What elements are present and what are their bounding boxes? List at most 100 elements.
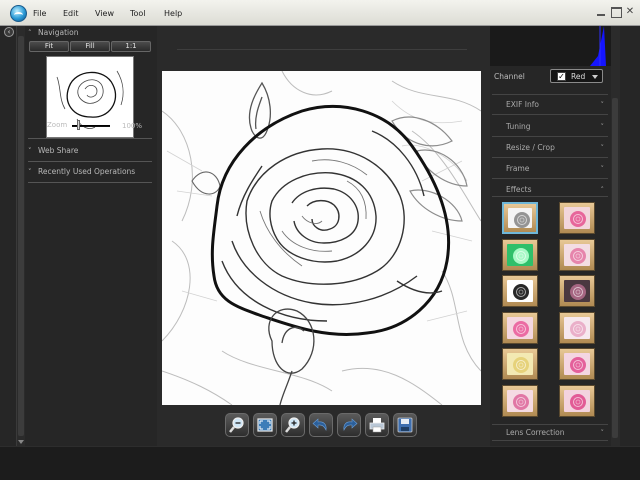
chevron-down-icon	[592, 75, 598, 79]
divider	[492, 157, 608, 158]
undo-button[interactable]	[309, 413, 333, 437]
effect-thumbnail-sketch[interactable]	[502, 202, 538, 234]
divider	[492, 94, 608, 95]
right-scroll-thumb[interactable]	[612, 98, 618, 438]
close-icon[interactable]: ✕	[624, 6, 636, 18]
divider	[28, 161, 152, 162]
effect-preview-image	[564, 243, 590, 266]
divider	[492, 424, 608, 425]
app-logo-icon[interactable]	[10, 5, 27, 22]
menu-help[interactable]: Help	[164, 0, 182, 26]
one-to-one-button[interactable]: 1:1	[111, 41, 151, 52]
effect-thumbnail-magenta[interactable]	[559, 348, 595, 380]
web-share-header[interactable]: ˅ Web Share	[28, 144, 78, 158]
left-scroll-thumb[interactable]	[18, 36, 24, 436]
recently-used-header[interactable]: ˅ Recently Used Operations	[28, 165, 135, 179]
effect-preview-image	[507, 243, 533, 266]
effect-preview-image	[507, 353, 533, 375]
lens-correction-label: Lens Correction	[506, 428, 565, 437]
scroll-down-icon[interactable]	[18, 440, 24, 444]
effect-thumbnail-pale-pink[interactable]	[559, 311, 595, 344]
navigation-title: Navigation	[38, 28, 79, 37]
web-share-label: Web Share	[38, 146, 79, 155]
canvas-ruler	[177, 49, 467, 50]
effect-preview-image	[564, 280, 590, 302]
undo-icon	[312, 418, 327, 431]
zoom-out-button[interactable]	[225, 413, 249, 437]
effect-thumbnail-green[interactable]	[502, 238, 538, 271]
left-scrollbar[interactable]	[16, 26, 25, 446]
chevron-up-icon: ˄	[28, 29, 32, 37]
zoom-label: Zoom	[47, 121, 68, 129]
print-icon	[369, 418, 385, 433]
chevron-down-icon: ˅	[600, 144, 605, 152]
effect-preview-image	[564, 316, 590, 339]
minimize-icon[interactable]	[595, 6, 607, 18]
effects-label: Effects	[506, 185, 532, 194]
effect-preview-image	[564, 353, 590, 375]
zoom-slider-handle[interactable]	[77, 120, 80, 130]
menu-tool[interactable]: Tool	[130, 0, 146, 26]
divider	[28, 182, 152, 183]
print-button[interactable]	[365, 413, 389, 437]
effect-preview-image	[564, 207, 590, 229]
divider	[492, 114, 608, 115]
histogram-graph	[490, 26, 612, 66]
save-icon	[397, 417, 413, 433]
chevron-down-icon: ˅	[28, 168, 32, 176]
fit-screen-icon	[257, 418, 273, 432]
maximize-icon[interactable]	[610, 6, 622, 18]
chevron-down-icon: ˅	[28, 147, 32, 155]
frame-header[interactable]: Frame ˅	[492, 162, 608, 176]
divider	[492, 196, 608, 197]
histogram	[490, 26, 612, 66]
channel-checkbox[interactable]: ✓	[557, 72, 566, 81]
lens-correction-header[interactable]: Lens Correction ˅	[492, 426, 608, 440]
effect-preview-image	[564, 389, 590, 412]
exif-info-label: EXIF Info	[506, 100, 539, 109]
tuning-header[interactable]: Tuning ˅	[492, 120, 608, 134]
main-image[interactable]	[162, 71, 481, 405]
divider	[28, 138, 152, 139]
effect-preview-image	[507, 316, 533, 339]
chevron-down-icon: ˅	[600, 101, 605, 109]
fit-button[interactable]: Fit	[29, 41, 69, 52]
resize-crop-label: Resize / Crop	[506, 143, 555, 152]
chevron-down-icon: ˅	[600, 429, 605, 437]
effect-thumbnail-pink[interactable]	[559, 202, 595, 234]
redo-icon	[343, 418, 358, 431]
effect-preview-image	[507, 389, 533, 412]
exif-info-header[interactable]: EXIF Info ˅	[492, 98, 608, 112]
collapse-left-icon[interactable]: ‹	[4, 27, 14, 37]
effect-thumbnail-rose-deep[interactable]	[559, 384, 595, 417]
menu-view[interactable]: View	[95, 0, 114, 26]
chevron-down-icon: ˅	[600, 123, 605, 131]
effect-preview-image	[507, 280, 533, 302]
right-scrollbar[interactable]	[611, 26, 620, 446]
redo-button[interactable]	[337, 413, 361, 437]
recently-used-label: Recently Used Operations	[38, 167, 136, 176]
fit-screen-button[interactable]	[253, 413, 277, 437]
divider	[492, 136, 608, 137]
channel-select[interactable]: ✓ Red	[550, 69, 603, 83]
effects-header[interactable]: Effects ˄	[492, 183, 608, 197]
menu-edit[interactable]: Edit	[63, 0, 79, 26]
status-bar	[0, 446, 640, 480]
navigation-header[interactable]: ˄ Navigation	[28, 26, 78, 40]
effect-thumbnail-pink-soft[interactable]	[559, 238, 595, 271]
fill-button[interactable]: Fill	[70, 41, 110, 52]
channel-label: Channel	[494, 72, 525, 81]
app-window: File Edit View Tool Help ✕ ‹ ˄ Navigation…	[0, 0, 640, 480]
zoom-in-button[interactable]	[281, 413, 305, 437]
menu-file[interactable]: File	[33, 0, 46, 26]
effect-thumbnail-bw-contrast[interactable]	[502, 275, 538, 307]
effect-thumbnail-rose[interactable]	[502, 384, 538, 417]
resize-crop-header[interactable]: Resize / Crop ˅	[492, 141, 608, 155]
title-bar: File Edit View Tool Help ✕	[0, 0, 640, 26]
tuning-label: Tuning	[506, 122, 531, 131]
effect-thumbnail-dark[interactable]	[559, 275, 595, 307]
save-button[interactable]	[393, 413, 417, 437]
effect-thumbnail-pink-bright[interactable]	[502, 311, 538, 344]
chevron-up-icon: ˄	[600, 186, 605, 194]
effect-thumbnail-yellow[interactable]	[502, 348, 538, 380]
